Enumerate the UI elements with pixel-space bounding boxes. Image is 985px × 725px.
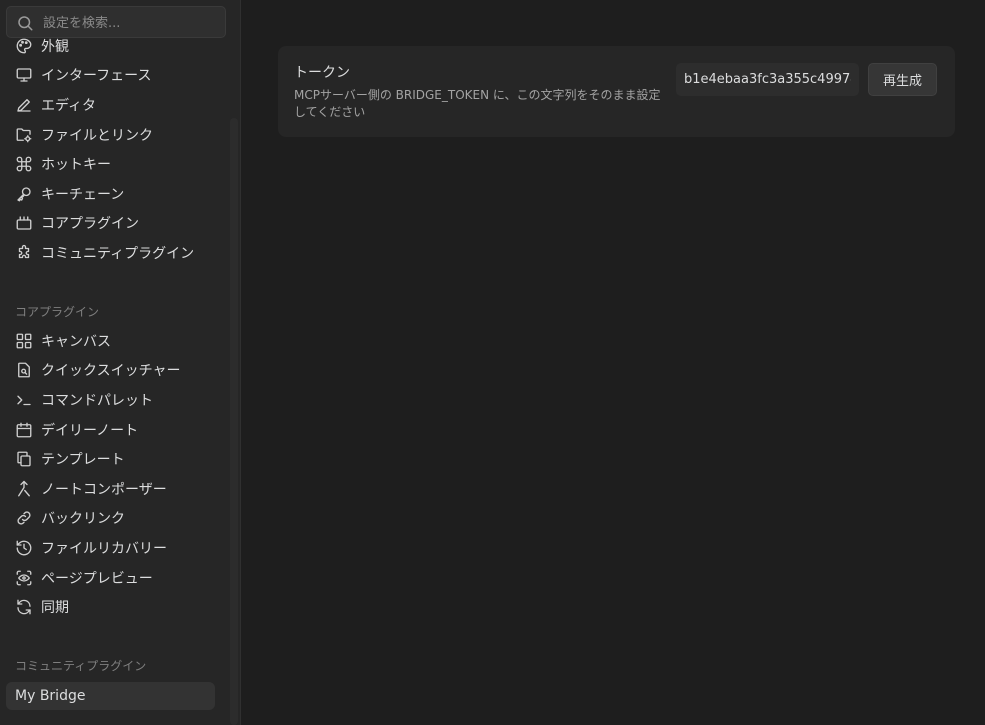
link-icon	[15, 509, 33, 527]
layout-grid-icon	[15, 332, 33, 350]
sidebar-item-hotkeys[interactable]: ホットキー	[0, 149, 228, 179]
sidebar-item-files-links[interactable]: ファイルとリンク	[0, 120, 228, 150]
sidebar-item-community-plugins[interactable]: コミュニティプラグイン	[0, 238, 228, 268]
sidebar-scrollbar[interactable]	[230, 118, 238, 725]
sidebar-item-label: My Bridge	[15, 688, 86, 704]
sidebar-item-command-palette[interactable]: コマンドパレット	[0, 385, 228, 415]
sidebar-item-note-composer[interactable]: ノートコンポーザー	[0, 474, 228, 504]
core-plugins-list: キャンバス クイックスイッチャー コマンドパレット デイリーノート テンプレート…	[0, 326, 228, 622]
sidebar-item-label: 同期	[41, 600, 69, 617]
sidebar-item-core-plugins[interactable]: コアプラグイン	[0, 209, 228, 239]
monitor-icon	[15, 66, 33, 84]
sidebar-item-appearance[interactable]: 外観	[0, 31, 228, 61]
sidebar-item-label: バックリンク	[41, 511, 125, 528]
refresh-icon	[15, 598, 33, 616]
setting-title: トークン	[294, 65, 350, 81]
sidebar-item-label: ファイルとリンク	[41, 127, 153, 144]
sidebar-item-daily-notes[interactable]: デイリーノート	[0, 415, 228, 445]
puzzle-icon	[15, 244, 33, 262]
history-icon	[15, 539, 33, 557]
sidebar-item-label: ホットキー	[41, 157, 111, 174]
command-icon	[15, 155, 33, 173]
settings-window: 外観 インターフェース エディタ ファイルとリンク ホットキー キーチェーン	[0, 0, 985, 725]
sidebar-item-label: インターフェース	[41, 68, 152, 85]
token-input[interactable]	[676, 63, 859, 96]
key-icon	[15, 185, 33, 203]
sidebar-item-label: コアプラグイン	[41, 216, 139, 233]
setting-description: MCPサーバー側の BRIDGE_TOKEN に、この文字列をそのまま設定してく…	[294, 88, 661, 119]
sidebar-item-keychain[interactable]: キーチェーン	[0, 179, 228, 209]
sidebar-item-label: テンプレート	[41, 452, 125, 469]
token-setting-item: トークン MCPサーバー側の BRIDGE_TOKEN に、この文字列をそのまま…	[278, 46, 955, 137]
sidebar-item-label: クイックスイッチャー	[41, 363, 181, 380]
sidebar-item-canvas[interactable]: キャンバス	[0, 326, 228, 356]
sidebar-item-label: コマンドパレット	[41, 392, 153, 409]
settings-content: トークン MCPサーバー側の BRIDGE_TOKEN に、この文字列をそのまま…	[241, 0, 985, 725]
sidebar-item-quick-switcher[interactable]: クイックスイッチャー	[0, 356, 228, 386]
sidebar-item-label: キャンバス	[41, 333, 111, 350]
sidebar-item-sync[interactable]: 同期	[0, 592, 228, 622]
terminal-icon	[15, 391, 33, 409]
pen-icon	[15, 96, 33, 114]
sidebar-item-label: ファイルリカバリー	[41, 540, 167, 557]
scan-eye-icon	[15, 569, 33, 587]
sidebar-item-interface[interactable]: インターフェース	[0, 61, 228, 91]
options-list: 外観 インターフェース エディタ ファイルとリンク ホットキー キーチェーン コ…	[0, 31, 228, 268]
palette-icon	[15, 37, 33, 55]
sidebar-item-label: エディタ	[41, 97, 97, 114]
sidebar-item-editor[interactable]: エディタ	[0, 90, 228, 120]
sidebar-item-label: 外観	[41, 38, 69, 55]
search-icon	[16, 14, 34, 32]
calendar-icon	[15, 421, 33, 439]
merge-icon	[15, 480, 33, 498]
community-plugins-section-header: コミュニティプラグイン	[15, 659, 147, 673]
settings-sidebar: 外観 インターフェース エディタ ファイルとリンク ホットキー キーチェーン	[0, 0, 241, 725]
sidebar-item-label: デイリーノート	[41, 422, 139, 439]
sidebar-item-page-preview[interactable]: ページプレビュー	[0, 563, 228, 593]
folder-cog-icon	[15, 126, 33, 144]
sidebar-item-my-bridge[interactable]: My Bridge	[6, 682, 215, 710]
regenerate-button[interactable]: 再生成	[868, 63, 937, 96]
sidebar-item-templates[interactable]: テンプレート	[0, 444, 228, 474]
file-search-icon	[15, 361, 33, 379]
sidebar-item-label: ページプレビュー	[41, 570, 153, 587]
plugin-box-icon	[15, 214, 33, 232]
core-plugins-section-header: コアプラグイン	[15, 305, 100, 319]
copy-icon	[15, 450, 33, 468]
sidebar-item-label: キーチェーン	[41, 186, 125, 203]
sidebar-item-label: ノートコンポーザー	[41, 481, 167, 498]
sidebar-item-backlinks[interactable]: バックリンク	[0, 504, 228, 534]
sidebar-item-label: コミュニティプラグイン	[41, 245, 195, 262]
sidebar-item-file-recovery[interactable]: ファイルリカバリー	[0, 533, 228, 563]
